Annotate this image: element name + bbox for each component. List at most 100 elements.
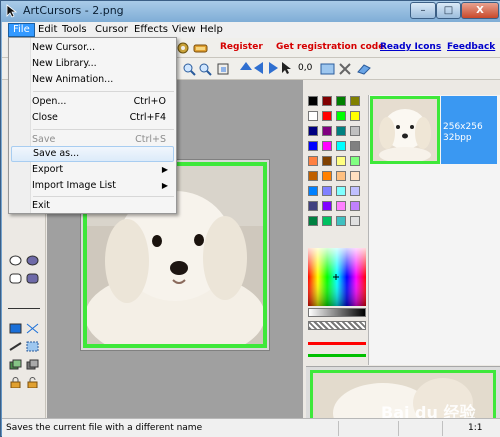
color-swatch[interactable]: [350, 156, 360, 166]
color-swatch[interactable]: [350, 96, 360, 106]
eraser-icon[interactable]: [356, 62, 372, 76]
color-swatch[interactable]: [322, 96, 332, 106]
fill-color-icon[interactable]: [9, 323, 22, 334]
lock-icon[interactable]: [9, 377, 22, 388]
menu-new-library[interactable]: New Library...: [11, 56, 174, 72]
color-swatch[interactable]: [336, 201, 346, 211]
color-wheel[interactable]: [308, 248, 366, 306]
minimize-button[interactable]: –: [410, 2, 436, 19]
status-separator: [338, 421, 339, 436]
status-message: Saves the current file with a different …: [6, 423, 203, 433]
color-swatch[interactable]: [336, 186, 346, 196]
zoom-out-icon[interactable]: [198, 62, 214, 76]
color-swatch[interactable]: [336, 171, 346, 181]
move-right-icon[interactable]: [264, 61, 280, 75]
thumbnail-image[interactable]: [370, 96, 440, 164]
image-list-panel: 256x256 32bpp: [368, 95, 500, 365]
color-swatch[interactable]: [336, 96, 346, 106]
color-swatch[interactable]: [350, 126, 360, 136]
ready-icons-link[interactable]: Ready Icons: [380, 42, 441, 52]
maximize-button[interactable]: □: [436, 2, 461, 19]
color-swatch[interactable]: [350, 186, 360, 196]
color-swatch[interactable]: [350, 201, 360, 211]
menu-export[interactable]: Export ▶: [11, 162, 174, 178]
color-swatch[interactable]: [322, 201, 332, 211]
color-palette: [306, 90, 368, 370]
color-swatch[interactable]: [308, 141, 318, 151]
register-link[interactable]: Register: [220, 42, 263, 52]
color-swatch[interactable]: [322, 186, 332, 196]
color-swatch[interactable]: [322, 216, 332, 226]
menu-file[interactable]: File: [8, 23, 35, 37]
status-zoom: 1:1: [468, 423, 483, 433]
color-swatch[interactable]: [336, 156, 346, 166]
menu-new-animation[interactable]: New Animation...: [11, 72, 174, 88]
color-swatch[interactable]: [322, 111, 332, 121]
menu-separator: [33, 91, 174, 92]
color-swatch[interactable]: [322, 141, 332, 151]
filled-rounded-rect-tool-icon[interactable]: [26, 273, 39, 284]
menu-open[interactable]: Open... Ctrl+O: [11, 94, 174, 110]
menu-exit[interactable]: Exit: [11, 198, 174, 214]
zoom-in-icon[interactable]: [182, 62, 198, 76]
ellipse-tool-icon[interactable]: [9, 255, 22, 266]
rounded-rect-tool-icon[interactable]: [9, 273, 22, 284]
color-swatch[interactable]: [308, 96, 318, 106]
color-swatch[interactable]: [308, 186, 318, 196]
color-swatch[interactable]: [336, 141, 346, 151]
color-swatch[interactable]: [350, 111, 360, 121]
submenu-arrow-icon: ▶: [161, 181, 168, 190]
hotspot-arrow-icon[interactable]: [279, 61, 295, 75]
line-width-thin[interactable]: [8, 308, 40, 309]
crop-icon[interactable]: [216, 62, 232, 76]
color-swatch[interactable]: [322, 126, 332, 136]
menu-help[interactable]: Help: [196, 23, 227, 37]
menu-tools[interactable]: Tools: [58, 23, 91, 37]
color-swatch[interactable]: [350, 141, 360, 151]
color-swatch[interactable]: [308, 201, 318, 211]
color-swatch[interactable]: [308, 126, 318, 136]
title-bar[interactable]: ArtCursors - 2.png – □ X: [1, 1, 500, 22]
feedback-link[interactable]: Feedback: [447, 42, 495, 52]
line-style-icon[interactable]: [9, 341, 22, 352]
thumbnail-selection[interactable]: 256x256 32bpp: [441, 96, 497, 164]
color-swatch[interactable]: [322, 156, 332, 166]
unlock-icon[interactable]: [26, 377, 39, 388]
color-swatch[interactable]: [336, 111, 346, 121]
color-swatch[interactable]: [350, 171, 360, 181]
delete-icon[interactable]: [337, 62, 353, 76]
menu-separator: [33, 196, 174, 197]
menu-cursor[interactable]: Cursor: [91, 23, 132, 37]
menu-close[interactable]: Close Ctrl+F4: [11, 110, 174, 126]
selection-tool-icon[interactable]: [26, 341, 39, 352]
color-swatch[interactable]: [336, 126, 346, 136]
transparency-pattern[interactable]: [308, 321, 366, 330]
menu-import-image-list[interactable]: Import Image List ▶: [11, 178, 174, 194]
layers-icon[interactable]: [9, 359, 22, 370]
color-swatch[interactable]: [322, 171, 332, 181]
menu-save-as[interactable]: Save as...: [11, 146, 174, 162]
menu-new-cursor[interactable]: New Cursor...: [11, 40, 174, 56]
color-swatch[interactable]: [308, 156, 318, 166]
close-button[interactable]: X: [461, 2, 499, 19]
file-menu: New Cursor... New Library... New Animati…: [8, 37, 177, 214]
status-separator: [398, 421, 399, 436]
status-separator: [442, 421, 443, 436]
key-icon[interactable]: [193, 41, 209, 55]
color-swatch[interactable]: [308, 111, 318, 121]
red-slider[interactable]: [308, 342, 366, 345]
menu-effects[interactable]: Effects: [130, 23, 172, 37]
color-swatch[interactable]: [350, 216, 360, 226]
green-slider[interactable]: [308, 354, 366, 357]
image-icon[interactable]: [320, 62, 336, 76]
color-swatch[interactable]: [308, 216, 318, 226]
get-registration-code-link[interactable]: Get registration code: [276, 42, 384, 52]
menu-view[interactable]: View: [168, 23, 200, 37]
copy-layer-icon[interactable]: [26, 359, 39, 370]
filled-ellipse-tool-icon[interactable]: [26, 255, 39, 266]
pattern-fill-icon[interactable]: [26, 323, 39, 334]
color-swatch[interactable]: [336, 216, 346, 226]
color-swatch[interactable]: [308, 171, 318, 181]
gear-icon[interactable]: [175, 41, 191, 55]
gray-gradient-slider[interactable]: [308, 308, 366, 317]
